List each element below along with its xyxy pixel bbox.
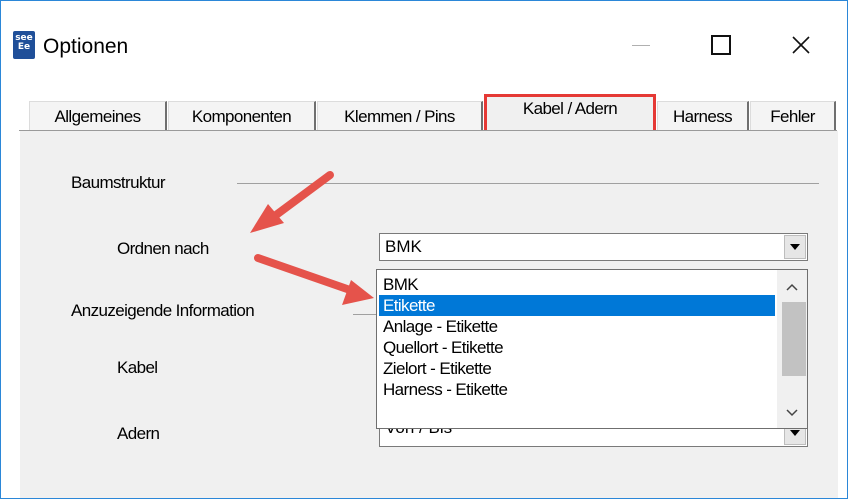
- minimize-icon: [632, 44, 650, 46]
- dropdown-scrollbar[interactable]: [777, 270, 807, 428]
- tab-komponenten[interactable]: Komponenten: [168, 101, 316, 131]
- ordnen-nach-label: Ordnen nach: [117, 239, 209, 258]
- window-title: Optionen: [43, 35, 129, 58]
- scroll-up-button[interactable]: [783, 278, 801, 296]
- app-icon-text-bottom: Ee: [17, 42, 31, 52]
- ordnen-nach-select[interactable]: BMK: [379, 233, 808, 261]
- chevron-down-icon: [790, 244, 800, 250]
- scroll-down-button[interactable]: [783, 404, 801, 422]
- chevron-down-icon: [786, 409, 798, 417]
- ordnen-nach-dropdown-button[interactable]: [784, 235, 806, 259]
- maximize-button[interactable]: [691, 23, 751, 67]
- adern-label: Adern: [117, 424, 160, 443]
- group-anzuzeigende-label: Anzuzeigende Information: [71, 301, 255, 320]
- close-button[interactable]: [771, 23, 831, 67]
- tab-allgemeines[interactable]: Allgemeines: [29, 101, 167, 131]
- chevron-down-icon: [790, 430, 800, 436]
- group-baumstruktur-label: Baumstruktur: [71, 173, 165, 192]
- dropdown-option-harness-etikette[interactable]: Harness - Etikette: [379, 379, 775, 400]
- ordnen-nach-value: BMK: [385, 237, 422, 256]
- group-anzuzeigende-divider: [353, 314, 377, 315]
- app-icon: see Ee: [13, 31, 35, 59]
- title-bar[interactable]: see Ee Optionen: [1, 1, 847, 91]
- tab-klemmen-pins[interactable]: Klemmen / Pins: [317, 101, 483, 131]
- dropdown-option-zielort-etikette[interactable]: Zielort - Etikette: [379, 358, 775, 379]
- tab-strip: Allgemeines Komponenten Klemmen / Pins K…: [1, 91, 847, 131]
- maximize-icon: [711, 35, 731, 55]
- dropdown-option-etikette[interactable]: Etikette: [379, 295, 775, 316]
- group-baumstruktur-divider: [237, 183, 819, 184]
- close-icon: [792, 36, 810, 54]
- options-window: see Ee Optionen Allgemeines Komponenten …: [0, 0, 848, 499]
- tab-fehler[interactable]: Fehler: [750, 101, 836, 131]
- scroll-thumb[interactable]: [782, 302, 806, 376]
- ordnen-nach-dropdown-list[interactable]: BMK Etikette Anlage - Etikette Quellort …: [376, 269, 808, 429]
- chevron-up-icon: [786, 283, 798, 291]
- tab-kabel-adern[interactable]: Kabel / Adern: [484, 94, 656, 131]
- dropdown-option-quellort-etikette[interactable]: Quellort - Etikette: [379, 337, 775, 358]
- kabel-label: Kabel: [117, 358, 158, 377]
- tab-harness[interactable]: Harness: [657, 101, 749, 131]
- dropdown-option-bmk[interactable]: BMK: [379, 274, 775, 295]
- minimize-button[interactable]: [611, 23, 671, 67]
- dropdown-option-anlage-etikette[interactable]: Anlage - Etikette: [379, 316, 775, 337]
